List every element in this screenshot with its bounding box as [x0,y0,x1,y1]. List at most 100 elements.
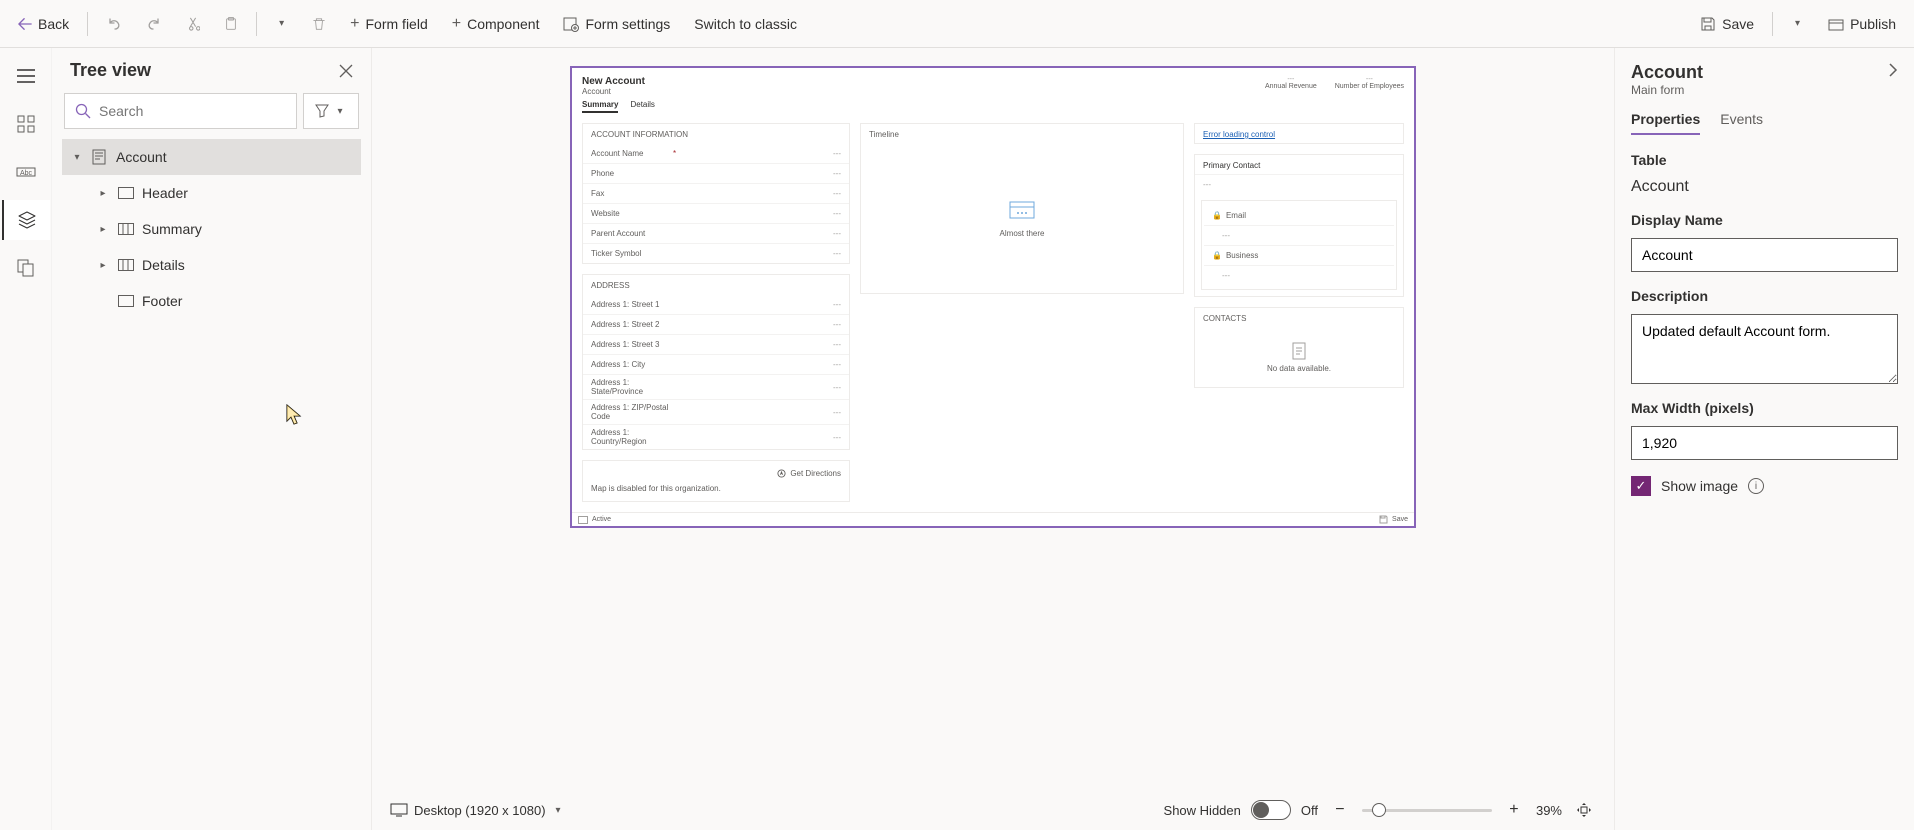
redo-button[interactable] [136,10,172,38]
cut-icon [186,16,200,32]
tree-node-label: Header [142,185,188,201]
section-address[interactable]: ADDRESS Address 1: Street 1---Address 1:… [582,274,850,450]
prop-showimage-checkbox[interactable]: ✓ [1631,476,1651,496]
tab-icon [118,259,134,271]
field-row[interactable]: Address 1: ZIP/Postal Code--- [583,399,849,424]
field-row[interactable]: Website--- [583,203,849,223]
field-value: --- [833,169,841,178]
delete-button[interactable] [302,10,336,38]
field-row[interactable]: Address 1: Country/Region--- [583,424,849,449]
tree-node-header[interactable]: ▸ Header [62,175,361,211]
chevron-down-icon: ▾ [333,106,346,117]
fit-to-screen-button[interactable] [1572,798,1596,822]
tree-node-account[interactable]: ▾ Account [62,139,361,175]
canvas-header: New Account Account ---Annual Revenue --… [572,68,1414,96]
rail-hamburger[interactable] [2,56,50,96]
left-rail: Abc [0,48,52,830]
section-account-info[interactable]: ACCOUNT INFORMATION Account Name*---Phon… [582,123,850,264]
zoom-out-button[interactable]: − [1328,798,1352,822]
error-link[interactable]: Error loading control [1195,124,1403,143]
props-tab-events[interactable]: Events [1720,111,1763,135]
rail-libraries[interactable] [2,248,50,288]
lock-icon: 🔒 [1212,251,1222,260]
paste-button[interactable] [214,10,248,38]
section-map[interactable]: Get Directions Map is disabled for this … [582,460,850,502]
section-primary-contact[interactable]: Primary Contact --- 🔒Email --- 🔒Business… [1194,154,1404,297]
undo-button[interactable] [96,10,132,38]
tree-close-button[interactable] [339,64,353,78]
publish-button[interactable]: Publish [1818,10,1906,38]
chevron-right-icon [1888,62,1898,78]
form-field-label: Form field [366,16,428,32]
canvas-tab-summary[interactable]: Summary [582,100,618,113]
components-icon [17,115,35,133]
device-selector[interactable]: Desktop (1920 x 1080) ▾ [390,803,565,818]
undo-icon [106,16,122,32]
canvas-tab-details[interactable]: Details [630,100,654,113]
field-value: --- [833,209,841,218]
prop-displayname-input[interactable] [1631,238,1898,272]
field-label: Fax [591,189,671,198]
tree-node-details[interactable]: ▸ Details [62,247,361,283]
back-button[interactable]: Back [8,10,79,38]
field-row[interactable]: Parent Account--- [583,223,849,243]
rail-fields[interactable]: Abc [2,152,50,192]
rail-tree-view[interactable] [2,200,50,240]
zoom-in-button[interactable]: + [1502,798,1526,822]
show-hidden-label: Show Hidden [1164,803,1241,818]
save-dropdown[interactable]: ▾ [1781,12,1814,35]
zoom-slider[interactable] [1362,809,1492,812]
form-canvas[interactable]: New Account Account ---Annual Revenue --… [570,66,1416,528]
field-row[interactable]: Account Name*--- [583,143,849,163]
metric-annual-revenue: ---Annual Revenue [1265,76,1317,90]
layers-icon [18,211,36,229]
field-label: Phone [591,169,671,178]
section-timeline[interactable]: Timeline Almost there [860,123,1184,294]
get-directions-link[interactable]: Get Directions [591,469,841,478]
field-row[interactable]: Fax--- [583,183,849,203]
timeline-placeholder-icon [1007,199,1037,221]
show-hidden-toggle[interactable] [1251,800,1291,820]
prop-description-input[interactable] [1631,314,1898,384]
props-collapse-button[interactable] [1888,62,1898,78]
tree-filter-button[interactable]: ▾ [303,93,359,129]
field-value: --- [833,300,841,309]
info-icon[interactable]: i [1748,478,1764,494]
field-label: Address 1: Street 2 [591,320,671,329]
rail-components[interactable] [2,104,50,144]
section-error-control[interactable]: Error loading control [1194,123,1404,144]
field-row[interactable]: Address 1: City--- [583,354,849,374]
component-button[interactable]: + Component [442,10,550,38]
form-settings-button[interactable]: Form settings [553,10,680,38]
props-tab-properties[interactable]: Properties [1631,111,1700,135]
cut-button[interactable] [176,10,210,38]
field-row[interactable]: Address 1: Street 2--- [583,314,849,334]
tree-node-label: Summary [142,221,202,237]
field-row[interactable]: Address 1: Street 3--- [583,334,849,354]
svg-text:Abc: Abc [20,170,33,177]
section-contacts[interactable]: CONTACTS No data available. [1194,307,1404,388]
field-value: --- [833,340,841,349]
field-row[interactable]: Address 1: Street 1--- [583,294,849,314]
field-row[interactable]: Ticker Symbol --- [583,243,849,263]
section-icon [118,295,134,307]
tree-node-footer[interactable]: Footer [62,283,361,319]
tree-node-label: Details [142,257,185,273]
section-title: Primary Contact [1195,155,1403,174]
switch-classic-button[interactable]: Switch to classic [684,10,807,38]
field-value: --- [833,249,841,258]
chevron-down-icon: ▾ [275,18,288,29]
form-field-button[interactable]: + Form field [340,10,438,38]
save-button[interactable]: Save [1690,10,1764,38]
paste-dropdown[interactable]: ▾ [265,12,298,35]
plus-icon: + [350,16,359,32]
tree-node-summary[interactable]: ▸ Summary [62,211,361,247]
tree-search-box[interactable] [64,93,297,129]
prop-maxwidth-input[interactable] [1631,426,1898,460]
tree-search-input[interactable] [99,103,286,119]
field-row[interactable]: Address 1: State/Province--- [583,374,849,399]
tree-node-label: Footer [142,293,182,309]
field-row[interactable]: Phone --- [583,163,849,183]
field-label: Ticker Symbol [591,249,671,258]
field-label: Address 1: City [591,360,671,369]
